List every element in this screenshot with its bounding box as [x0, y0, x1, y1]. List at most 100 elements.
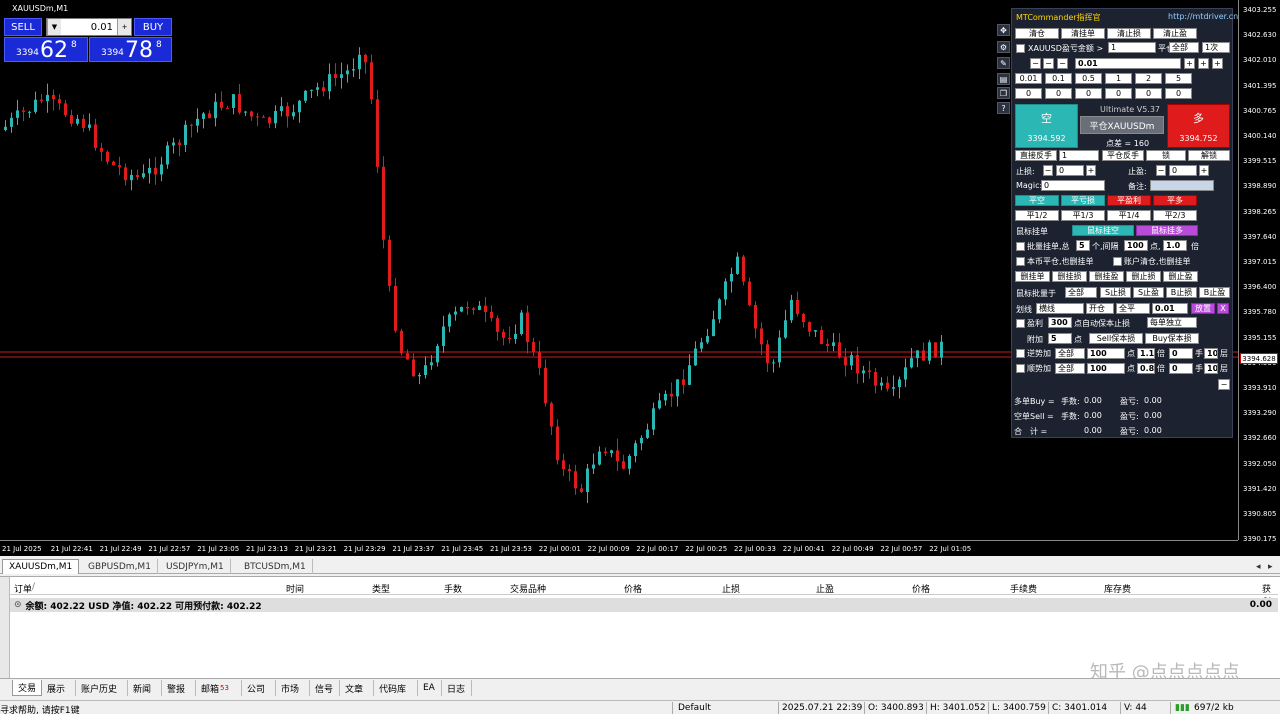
sltp-button-2[interactable]: B止损 [1166, 287, 1197, 298]
chart-tab[interactable]: XAUUSDm,M1 [2, 559, 80, 574]
sell-button[interactable]: SELL [4, 18, 42, 36]
tp-input[interactable]: 0 [1169, 165, 1197, 176]
zero-button-1[interactable]: 0 [1045, 88, 1072, 99]
long-button[interactable]: 多 3394.752 [1167, 104, 1230, 148]
delete-button-1[interactable]: 删挂损 [1052, 271, 1087, 282]
delete-button-4[interactable]: 删止盈 [1163, 271, 1198, 282]
pro-trend-mult-input[interactable]: 0.8 [1137, 363, 1155, 374]
status-profile[interactable]: Default [678, 703, 711, 713]
lock-button[interactable]: 锁 [1146, 150, 1186, 161]
mouse-long-button[interactable]: 鼠标挂多 [1136, 225, 1198, 236]
counter-trend-mult-input[interactable]: 1.1 [1137, 348, 1155, 359]
check-a-checkbox[interactable] [1016, 257, 1025, 266]
chart-tab[interactable]: BTCUSDm,M1 [238, 559, 313, 574]
pro-trend-layers-input[interactable]: 10 [1204, 363, 1218, 374]
terminal-tab[interactable]: 展示 [42, 680, 76, 696]
terminal-tab[interactable]: 市场 [276, 680, 310, 696]
terminal-tab[interactable]: 代码库 [374, 680, 418, 696]
chart-icon[interactable]: ▤ [997, 73, 1010, 85]
lot-minus2-button[interactable]: − [1043, 58, 1054, 69]
tp-minus-button[interactable]: − [1156, 165, 1166, 176]
allclose-select[interactable]: 全平 [1116, 303, 1150, 314]
lot-preset-button-0[interactable]: 0.01 [1015, 73, 1042, 84]
chart-tab[interactable]: GBPUSDm,M1 [82, 559, 158, 574]
sl-minus-button[interactable]: − [1043, 165, 1053, 176]
each-indep-select[interactable]: 每单独立 [1147, 317, 1197, 328]
mtc-lot-input[interactable]: 0.01 [1075, 58, 1181, 69]
counter-trend-lots-input[interactable]: 0 [1169, 348, 1193, 359]
column-header[interactable]: 订单 [14, 582, 32, 595]
mouse-short-button[interactable]: 鼠标挂空 [1072, 225, 1134, 236]
check-b-checkbox[interactable] [1113, 257, 1122, 266]
terminal-tab[interactable]: 新闻 [128, 680, 162, 696]
unlock-button[interactable]: 解锁 [1188, 150, 1230, 161]
counter-trend-checkbox[interactable] [1016, 349, 1025, 358]
buy-be-button[interactable]: Buy保本损 [1145, 333, 1199, 344]
lot-minus1-button[interactable]: − [1057, 58, 1068, 69]
terminal-tab[interactable]: 文章 [340, 680, 374, 696]
terminal-tab[interactable]: EA [418, 680, 442, 696]
lot-preset-button-1[interactable]: 0.1 [1045, 73, 1072, 84]
chart-tab[interactable]: USDJPYm,M1 [160, 559, 231, 574]
move-icon[interactable]: ✥ [997, 24, 1010, 36]
buy-price-box[interactable]: 3394 78 8 [89, 37, 172, 63]
column-header[interactable]: 价格 [912, 582, 930, 595]
tabs-scroll-right-icon[interactable]: ▸ [1262, 559, 1279, 574]
sltp-button-0[interactable]: S止损 [1100, 287, 1131, 298]
terminal-tab[interactable]: 账户历史 [76, 680, 128, 696]
lot-preset-button-5[interactable]: 5 [1165, 73, 1192, 84]
column-header[interactable]: 交易品种 [510, 582, 546, 595]
counter-trend-scope-select[interactable]: 全部 [1055, 348, 1085, 359]
add-input[interactable]: 5 [1048, 333, 1072, 344]
balance-row[interactable]: ⊙ 余额: 402.22 USD 净值: 402.22 可用预付款: 402.2… [10, 598, 1278, 612]
terminal-side-bar[interactable] [0, 577, 10, 679]
place-button[interactable]: 放置 [1191, 303, 1215, 314]
draw-lot-input[interactable]: 0.01 [1152, 303, 1188, 314]
tp-plus-button[interactable]: + [1199, 165, 1209, 176]
column-header[interactable]: 时间 [286, 582, 304, 595]
pro-trend-lots-input[interactable]: 0 [1169, 363, 1193, 374]
profit-input[interactable]: 300 [1048, 317, 1072, 328]
column-header[interactable]: 手续费 [1010, 582, 1037, 595]
counter-trend-layers-input[interactable]: 10 [1204, 348, 1218, 359]
batch-mult-input[interactable]: 1.0 [1163, 240, 1187, 251]
zero-button-3[interactable]: 0 [1105, 88, 1132, 99]
terminal-tab[interactable]: 信号 [310, 680, 340, 696]
batch-gap-input[interactable]: 100 [1124, 240, 1148, 251]
column-header[interactable]: / [32, 582, 35, 592]
pencil-icon[interactable]: ✎ [997, 57, 1010, 69]
terminal-tab[interactable]: 交易 [12, 680, 42, 696]
zero-button-2[interactable]: 0 [1075, 88, 1102, 99]
direct-reverse-button[interactable]: 直接反手 [1015, 150, 1057, 161]
clear-button-2[interactable]: 清止损 [1107, 28, 1151, 39]
chevron-down-icon[interactable]: ▼ [47, 19, 61, 35]
open-select[interactable]: 开仓 [1086, 303, 1114, 314]
zero-button-5[interactable]: 0 [1165, 88, 1192, 99]
help-icon[interactable]: ? [997, 102, 1010, 114]
lot-preset-button-4[interactable]: 2 [1135, 73, 1162, 84]
copy-icon[interactable]: ❐ [997, 87, 1010, 99]
sell-be-button[interactable]: Sell保本损 [1089, 333, 1143, 344]
pl-amount-checkbox[interactable] [1016, 44, 1025, 53]
column-header[interactable]: 止损 [722, 582, 740, 595]
lot-preset-button-2[interactable]: 0.5 [1075, 73, 1102, 84]
reverse-lot-input[interactable]: 1 [1059, 150, 1099, 161]
terminal-tab[interactable]: 邮箱 53 [196, 680, 242, 696]
close-x-button[interactable]: X [1217, 303, 1229, 314]
short-button[interactable]: 空 3394.592 [1015, 104, 1078, 148]
partial-close-button-1[interactable]: 平1/3 [1061, 210, 1105, 221]
collapse-button[interactable]: − [1218, 379, 1230, 390]
partial-close-button-0[interactable]: 平1/2 [1015, 210, 1059, 221]
sltp-button-3[interactable]: B止盈 [1199, 287, 1230, 298]
sell-price-box[interactable]: 3394 62 8 [4, 37, 88, 63]
time-axis[interactable]: 21 Jul 2025 21 Jul 22:41 21 Jul 22:49 21 Ju… [0, 540, 1238, 556]
pro-trend-checkbox[interactable] [1016, 364, 1025, 373]
close-scope-select[interactable]: 全部 [1169, 42, 1199, 53]
lot-minus3-button[interactable]: − [1030, 58, 1041, 69]
lot-input[interactable]: ▼ 0.01 + [46, 18, 132, 36]
counter-trend-points-input[interactable]: 100 [1087, 348, 1125, 359]
delete-button-0[interactable]: 删挂单 [1015, 271, 1050, 282]
price-axis[interactable]: 3403.255 3402.630 3402.010 3401.395 3400.765… [1238, 0, 1280, 543]
clear-button-0[interactable]: 清仓 [1015, 28, 1059, 39]
zero-button-0[interactable]: 0 [1015, 88, 1042, 99]
